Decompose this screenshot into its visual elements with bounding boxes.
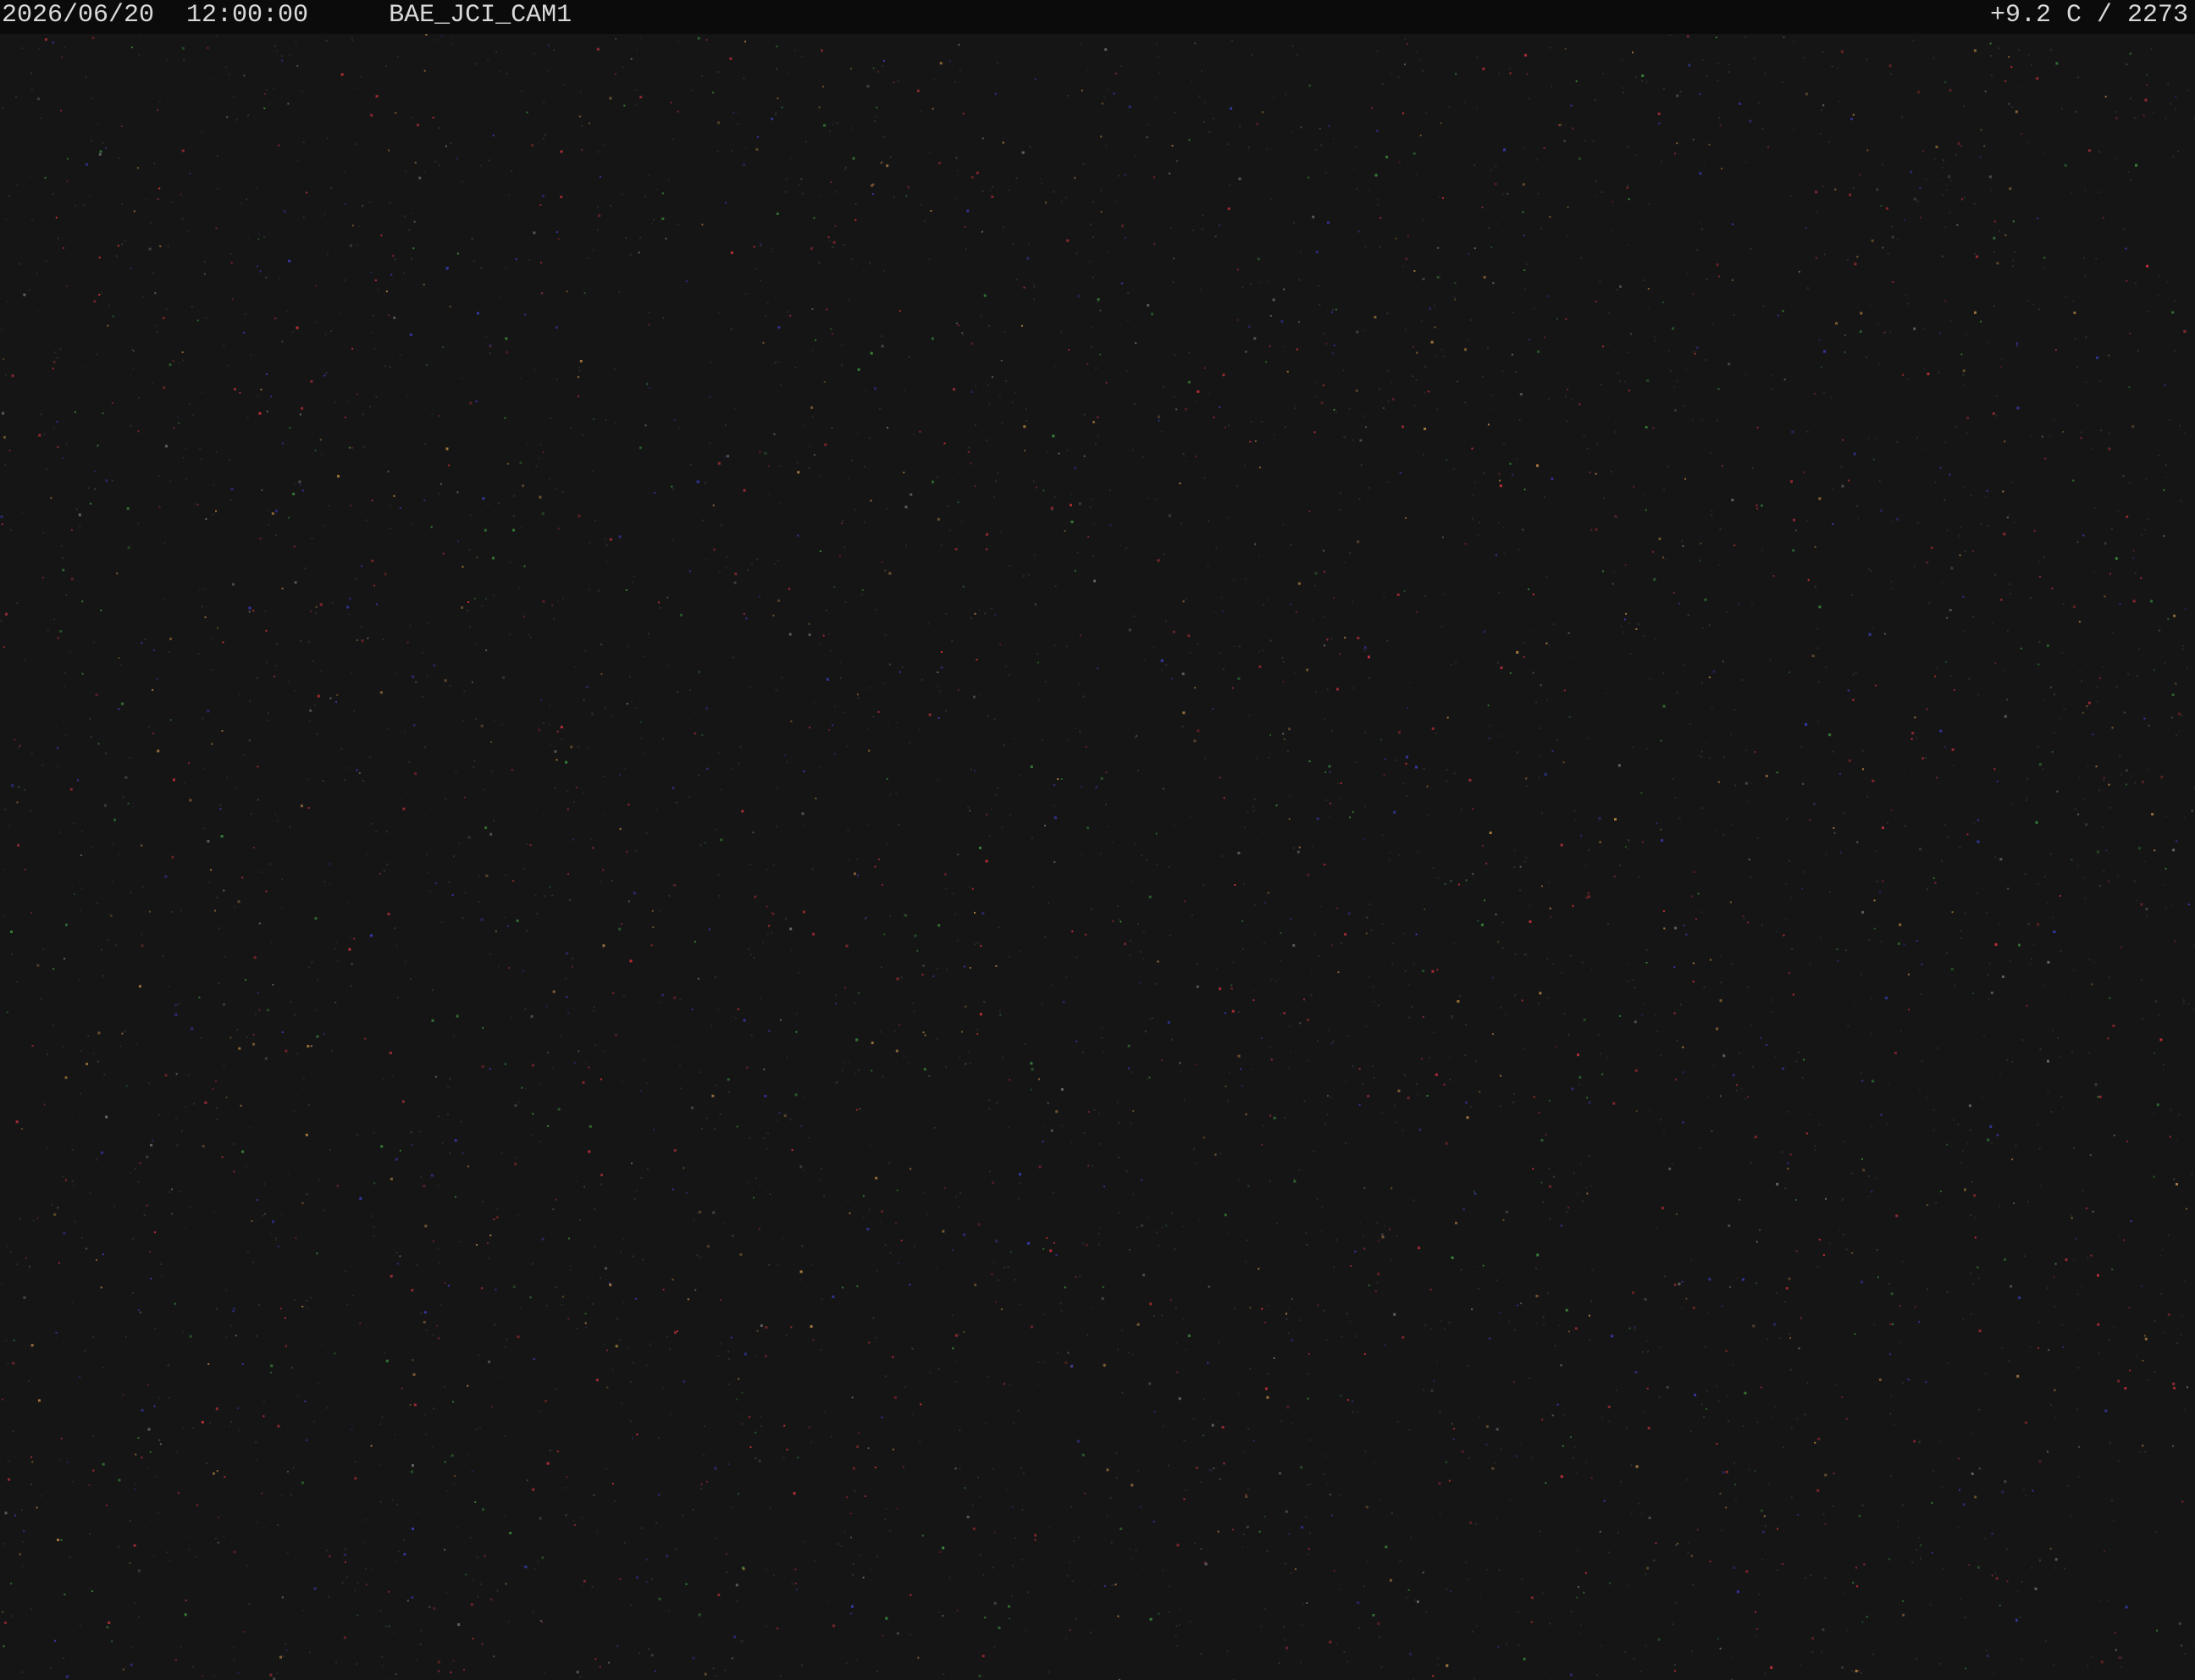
sensor-noise [0, 34, 2195, 1680]
osd-time: 12:00:00 [186, 1, 309, 30]
osd-temperature-altitude: +9.2 C / 2273 [1989, 1, 2188, 30]
osd-date: 2026/06/20 [2, 1, 155, 30]
osd-overlay-bar: 2026/06/20 12:00:00 BAE_JCI_CAM1 +9.2 C / … [0, 0, 2195, 34]
sky-image [0, 34, 2195, 1680]
osd-camera-name: BAE_JCI_CAM1 [389, 1, 572, 30]
osd-left-group: 2026/06/20 12:00:00 BAE_JCI_CAM1 [2, 0, 572, 30]
camera-frame: 2026/06/20 12:00:00 BAE_JCI_CAM1 +9.2 C / … [0, 0, 2195, 1680]
